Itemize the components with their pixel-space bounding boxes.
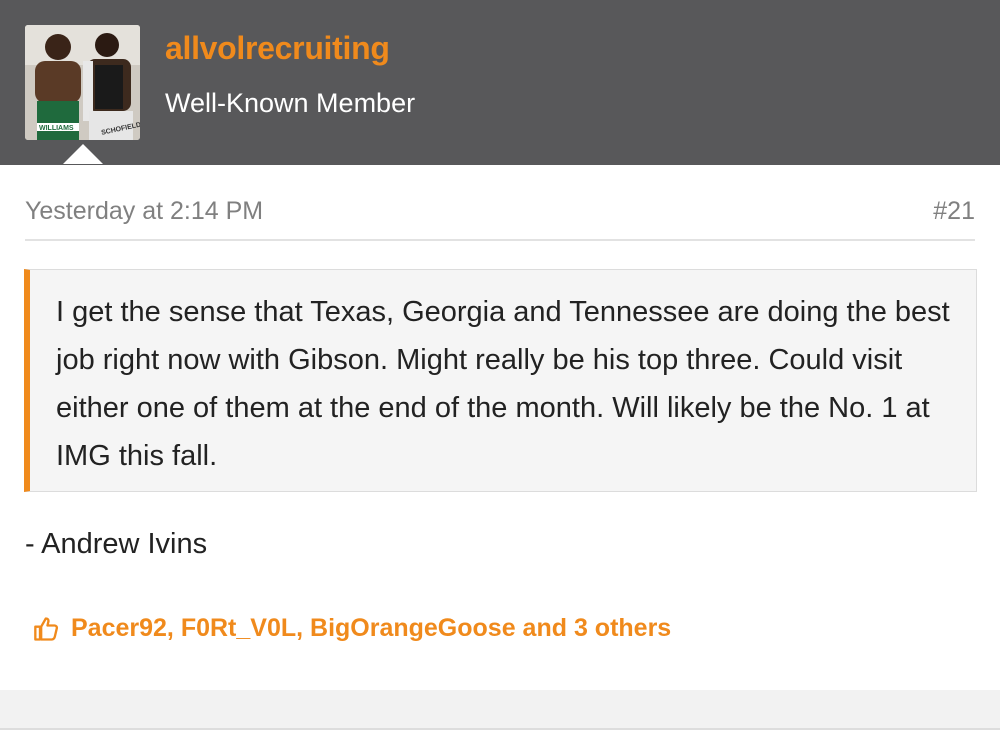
header-pointer-arrow (63, 144, 103, 164)
avatar-image: WILLIAMS SCHOFIELD (25, 25, 140, 140)
meta-divider (25, 239, 975, 241)
avatar-jersey-label-left: WILLIAMS (39, 125, 74, 132)
thumbs-up-icon (34, 616, 59, 641)
post-signature: - Andrew Ivins (25, 528, 208, 560)
post-page: WILLIAMS SCHOFIELD allvolrecruiting Well… (0, 0, 1000, 738)
user-title: Well-Known Member (165, 88, 416, 118)
reactions-bar[interactable]: Pacer92, F0Rt_V0L, BigOrangeGoose and 3 … (33, 614, 671, 643)
post-number-link[interactable]: #21 (933, 197, 975, 226)
footer-divider (0, 728, 1000, 730)
quote-block: I get the sense that Texas, Georgia and … (24, 269, 977, 492)
quote-text: I get the sense that Texas, Georgia and … (56, 296, 950, 472)
post-footer-bar (0, 690, 1000, 728)
reactions-text[interactable]: Pacer92, F0Rt_V0L, BigOrangeGoose and 3 … (71, 614, 671, 643)
post-timestamp[interactable]: Yesterday at 2:14 PM (25, 197, 263, 226)
username-link[interactable]: allvolrecruiting (165, 30, 390, 67)
avatar[interactable]: WILLIAMS SCHOFIELD (25, 25, 140, 140)
post-author-header: WILLIAMS SCHOFIELD allvolrecruiting Well… (0, 0, 1000, 165)
